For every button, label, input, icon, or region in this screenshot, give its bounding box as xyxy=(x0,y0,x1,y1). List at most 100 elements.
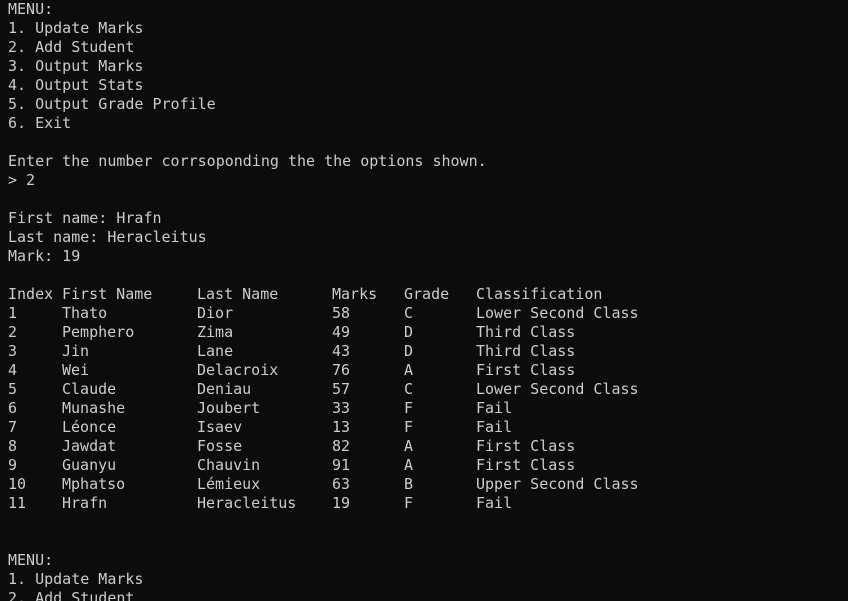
table-row: 10 Mphatso Lémieux 63 B Upper Second Cla… xyxy=(8,475,848,494)
cell-index: 4 xyxy=(8,361,18,379)
cell-index: 11 xyxy=(8,494,27,512)
table-row: 4 Wei Delacroix 76 A First Class xyxy=(8,361,848,380)
cell-first-name: Léonce xyxy=(62,418,117,436)
cell-grade: A xyxy=(404,456,414,474)
cell-grade: B xyxy=(404,475,414,493)
cell-marks: 13 xyxy=(332,418,351,436)
table-row: 2 Pemphero Zima 49 D Third Class xyxy=(8,323,848,342)
cell-first-name: Hrafn xyxy=(62,494,108,512)
cell-classification: Lower Second Class xyxy=(476,304,639,322)
cell-index: 8 xyxy=(8,437,18,455)
cell-first-name: Jin xyxy=(62,342,90,360)
last-name-line: Last name: Heracleitus xyxy=(8,228,207,246)
table-row: 6 Munashe Joubert 33 F Fail xyxy=(8,399,848,418)
menu-item-output-stats: 4. Output Stats xyxy=(8,76,144,94)
cell-marks: 19 xyxy=(332,494,351,512)
cell-first-name: Thato xyxy=(62,304,108,322)
cell-first-name: Munashe xyxy=(62,399,126,417)
mark-line: Mark: 19 xyxy=(8,247,81,265)
header-index: Index xyxy=(8,285,54,303)
cell-grade: D xyxy=(404,342,414,360)
cell-last-name: Delacroix xyxy=(197,361,279,379)
cell-marks: 57 xyxy=(332,380,351,398)
cell-index: 1 xyxy=(8,304,18,322)
terminal-window[interactable]: MENU: 1. Update Marks 2. Add Student 3. … xyxy=(0,0,848,601)
cell-classification: Fail xyxy=(476,418,513,436)
header-grade: Grade xyxy=(404,285,450,303)
cell-last-name: Isaev xyxy=(197,418,243,436)
cell-last-name: Fosse xyxy=(197,437,243,455)
cell-classification: Upper Second Class xyxy=(476,475,639,493)
table-row: 1 Thato Dior 58 C Lower Second Class xyxy=(8,304,848,323)
cell-marks: 63 xyxy=(332,475,351,493)
menu-item-add-student: 2. Add Student xyxy=(8,38,135,56)
cell-classification: Third Class xyxy=(476,342,576,360)
cell-marks: 76 xyxy=(332,361,351,379)
cell-marks: 33 xyxy=(332,399,351,417)
table-row: 11 Hrafn Heracleitus 19 F Fail xyxy=(8,494,848,513)
cell-classification: Third Class xyxy=(476,323,576,341)
header-first-name: First Name xyxy=(62,285,153,303)
cell-index: 3 xyxy=(8,342,18,360)
cell-classification: Fail xyxy=(476,399,513,417)
cell-index: 9 xyxy=(8,456,18,474)
cell-last-name: Joubert xyxy=(197,399,261,417)
cell-first-name: Claude xyxy=(62,380,117,398)
menu-item-output-marks: 3. Output Marks xyxy=(8,57,144,75)
cell-last-name: Dior xyxy=(197,304,234,322)
cell-grade: F xyxy=(404,399,414,417)
cell-index: 10 xyxy=(8,475,27,493)
cell-classification: Fail xyxy=(476,494,513,512)
cell-classification: Lower Second Class xyxy=(476,380,639,398)
cell-marks: 43 xyxy=(332,342,351,360)
cell-last-name: Deniau xyxy=(197,380,252,398)
cell-grade: C xyxy=(404,304,414,322)
cell-grade: F xyxy=(404,494,414,512)
prompt-input-line: > 2 xyxy=(8,171,36,189)
cell-classification: First Class xyxy=(476,437,576,455)
menu-item-update-marks: 1. Update Marks xyxy=(8,19,144,37)
cell-marks: 58 xyxy=(332,304,351,322)
cell-first-name: Wei xyxy=(62,361,90,379)
cell-marks: 82 xyxy=(332,437,351,455)
cell-index: 2 xyxy=(8,323,18,341)
cell-classification: First Class xyxy=(476,361,576,379)
cell-marks: 91 xyxy=(332,456,351,474)
cell-last-name: Lane xyxy=(197,342,234,360)
cell-first-name: Jawdat xyxy=(62,437,117,455)
cell-last-name: Zima xyxy=(197,323,234,341)
table-row: 3 Jin Lane 43 D Third Class xyxy=(8,342,848,361)
table-row: 9 Guanyu Chauvin 91 A First Class xyxy=(8,456,848,475)
cell-index: 6 xyxy=(8,399,18,417)
table-row: 7 Léonce Isaev 13 F Fail xyxy=(8,418,848,437)
table-row: 5 Claude Deniau 57 C Lower Second Class xyxy=(8,380,848,399)
table-row: 8 Jawdat Fosse 82 A First Class xyxy=(8,437,848,456)
cell-index: 7 xyxy=(8,418,18,436)
menu-item-exit: 6. Exit xyxy=(8,114,72,132)
cell-marks: 49 xyxy=(332,323,351,341)
menu-item-add-student-second: 2. Add Student xyxy=(8,589,135,601)
menu-header-second: MENU: xyxy=(8,551,54,569)
header-classification: Classification xyxy=(476,285,603,303)
cell-first-name: Mphatso xyxy=(62,475,126,493)
cell-grade: C xyxy=(404,380,414,398)
cell-grade: D xyxy=(404,323,414,341)
cell-last-name: Chauvin xyxy=(197,456,261,474)
cell-grade: A xyxy=(404,361,414,379)
menu-header: MENU: xyxy=(8,0,54,18)
cell-last-name: Lémieux xyxy=(197,475,261,493)
cell-first-name: Pemphero xyxy=(62,323,135,341)
cell-index: 5 xyxy=(8,380,18,398)
prompt-instruction: Enter the number corrsoponding the the o… xyxy=(8,152,487,170)
menu-item-output-grade-profile: 5. Output Grade Profile xyxy=(8,95,216,113)
table-header-row: Index First Name Last Name Marks Grade C… xyxy=(8,285,848,304)
cell-last-name: Heracleitus xyxy=(197,494,297,512)
first-name-line: First name: Hrafn xyxy=(8,209,162,227)
cell-classification: First Class xyxy=(476,456,576,474)
header-marks: Marks xyxy=(332,285,378,303)
